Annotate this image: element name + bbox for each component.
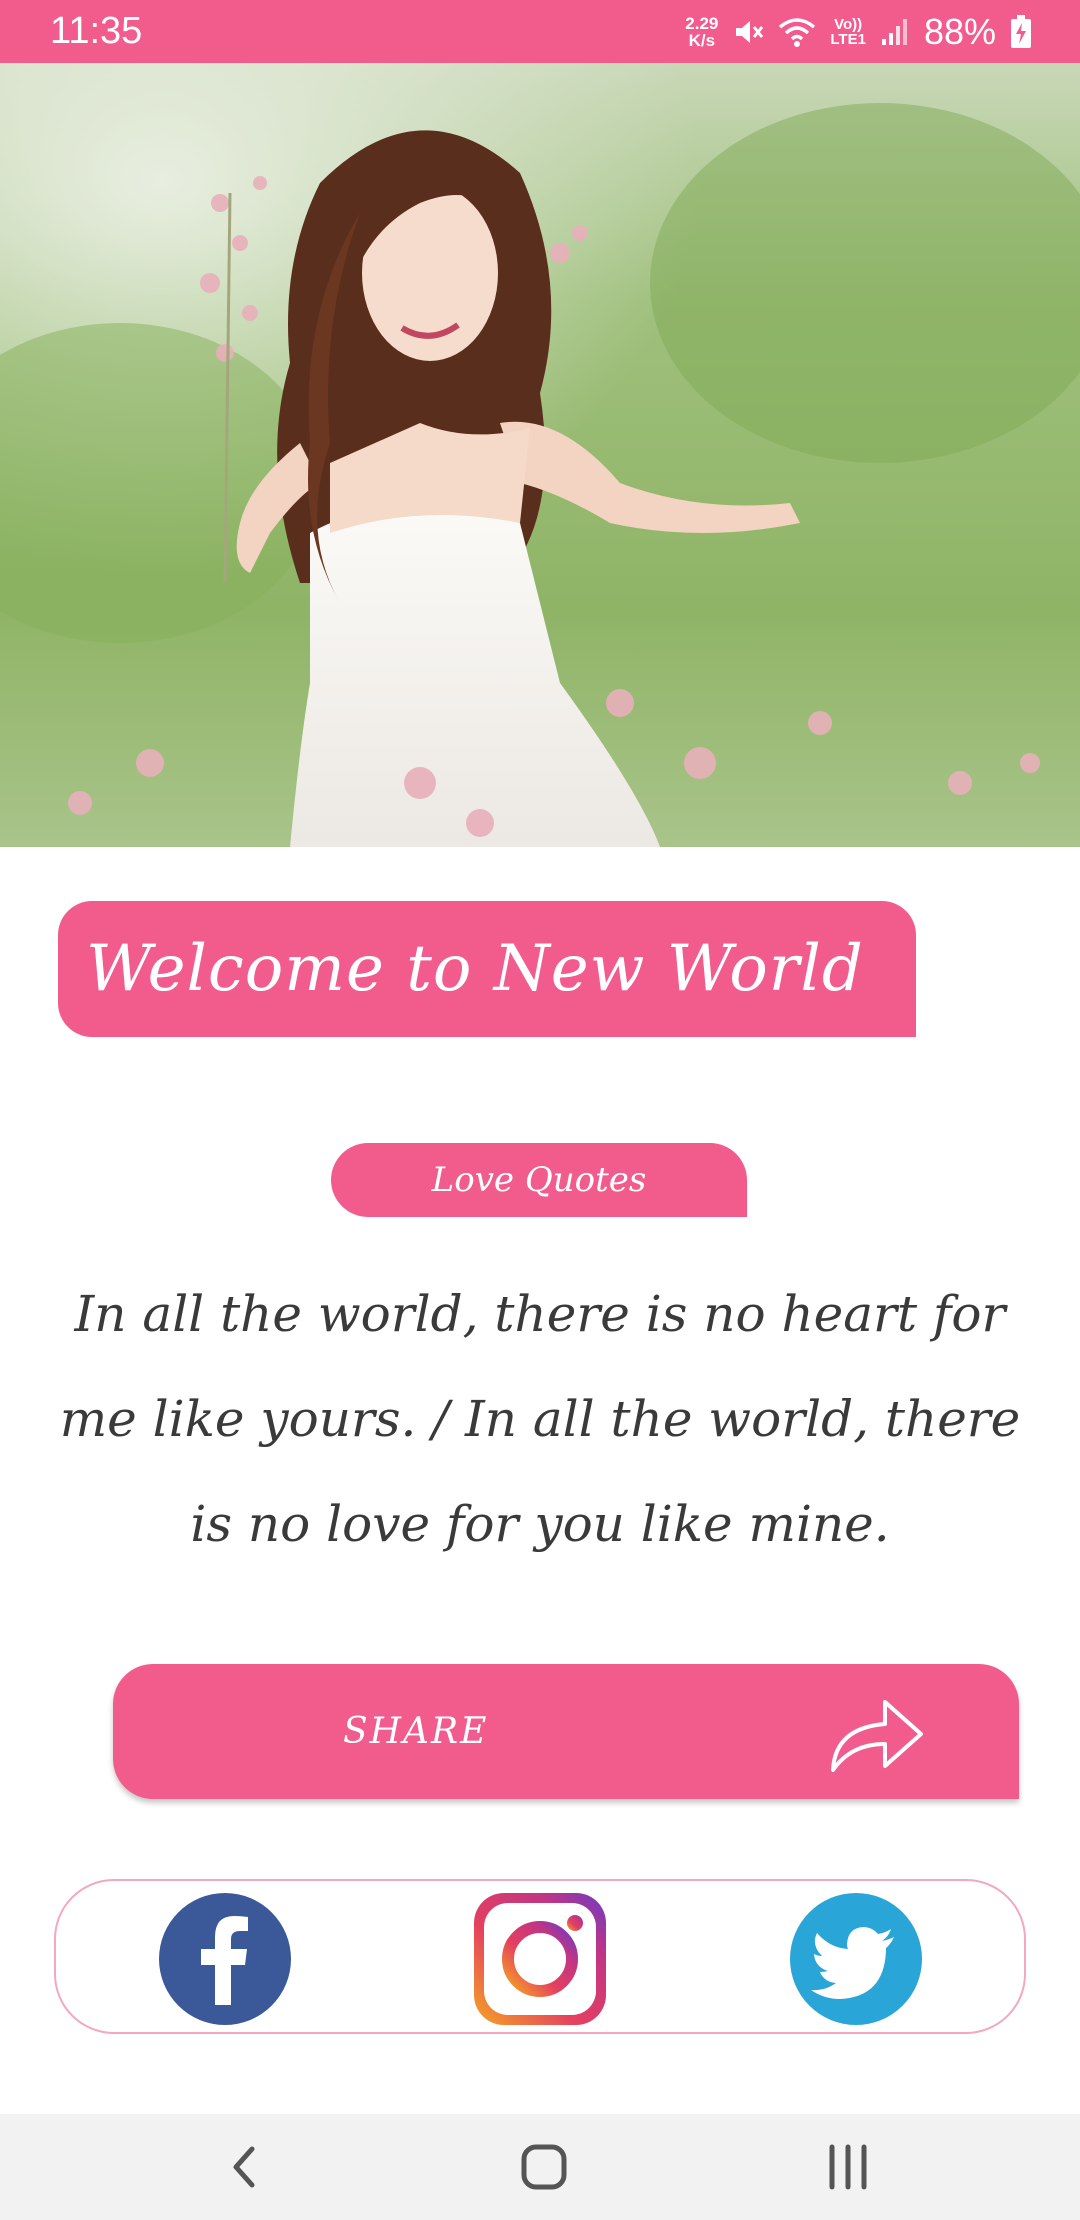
hero-photo (0, 63, 1080, 847)
instagram-icon[interactable] (474, 1893, 606, 2025)
share-arrow-icon (831, 1700, 923, 1772)
network-speed: 2.29 K/s (685, 13, 719, 50)
hero-image (0, 63, 1080, 847)
system-nav-bar (0, 2114, 1080, 2220)
category-label: Love Quotes (331, 1143, 747, 1217)
status-icons: 2.29 K/s Vo)) LTE1 88% (685, 11, 1032, 53)
back-icon[interactable] (214, 2139, 274, 2195)
wifi-icon (779, 17, 816, 47)
quote-text: In all the world, there is no heart for … (59, 1285, 1021, 1553)
battery-percent: 88% (923, 10, 996, 52)
status-time: 11:35 (50, 10, 143, 52)
social-share-panel (54, 1879, 1026, 2034)
home-icon[interactable] (514, 2139, 574, 2195)
twitter-icon[interactable] (790, 1893, 922, 2025)
share-button[interactable]: SHARE (113, 1664, 1019, 1799)
share-label: SHARE (343, 1711, 489, 1752)
status-bar: 11:35 2.29 K/s Vo)) LTE1 88% (0, 0, 1080, 63)
battery-charging-icon (1011, 14, 1031, 48)
facebook-icon[interactable] (159, 1893, 291, 2025)
recents-icon[interactable] (818, 2139, 878, 2195)
mute-icon (736, 20, 764, 43)
signal-icon (881, 18, 907, 45)
lte-indicator: Vo)) LTE1 (830, 15, 866, 48)
welcome-title: Welcome to New World (58, 901, 916, 1037)
